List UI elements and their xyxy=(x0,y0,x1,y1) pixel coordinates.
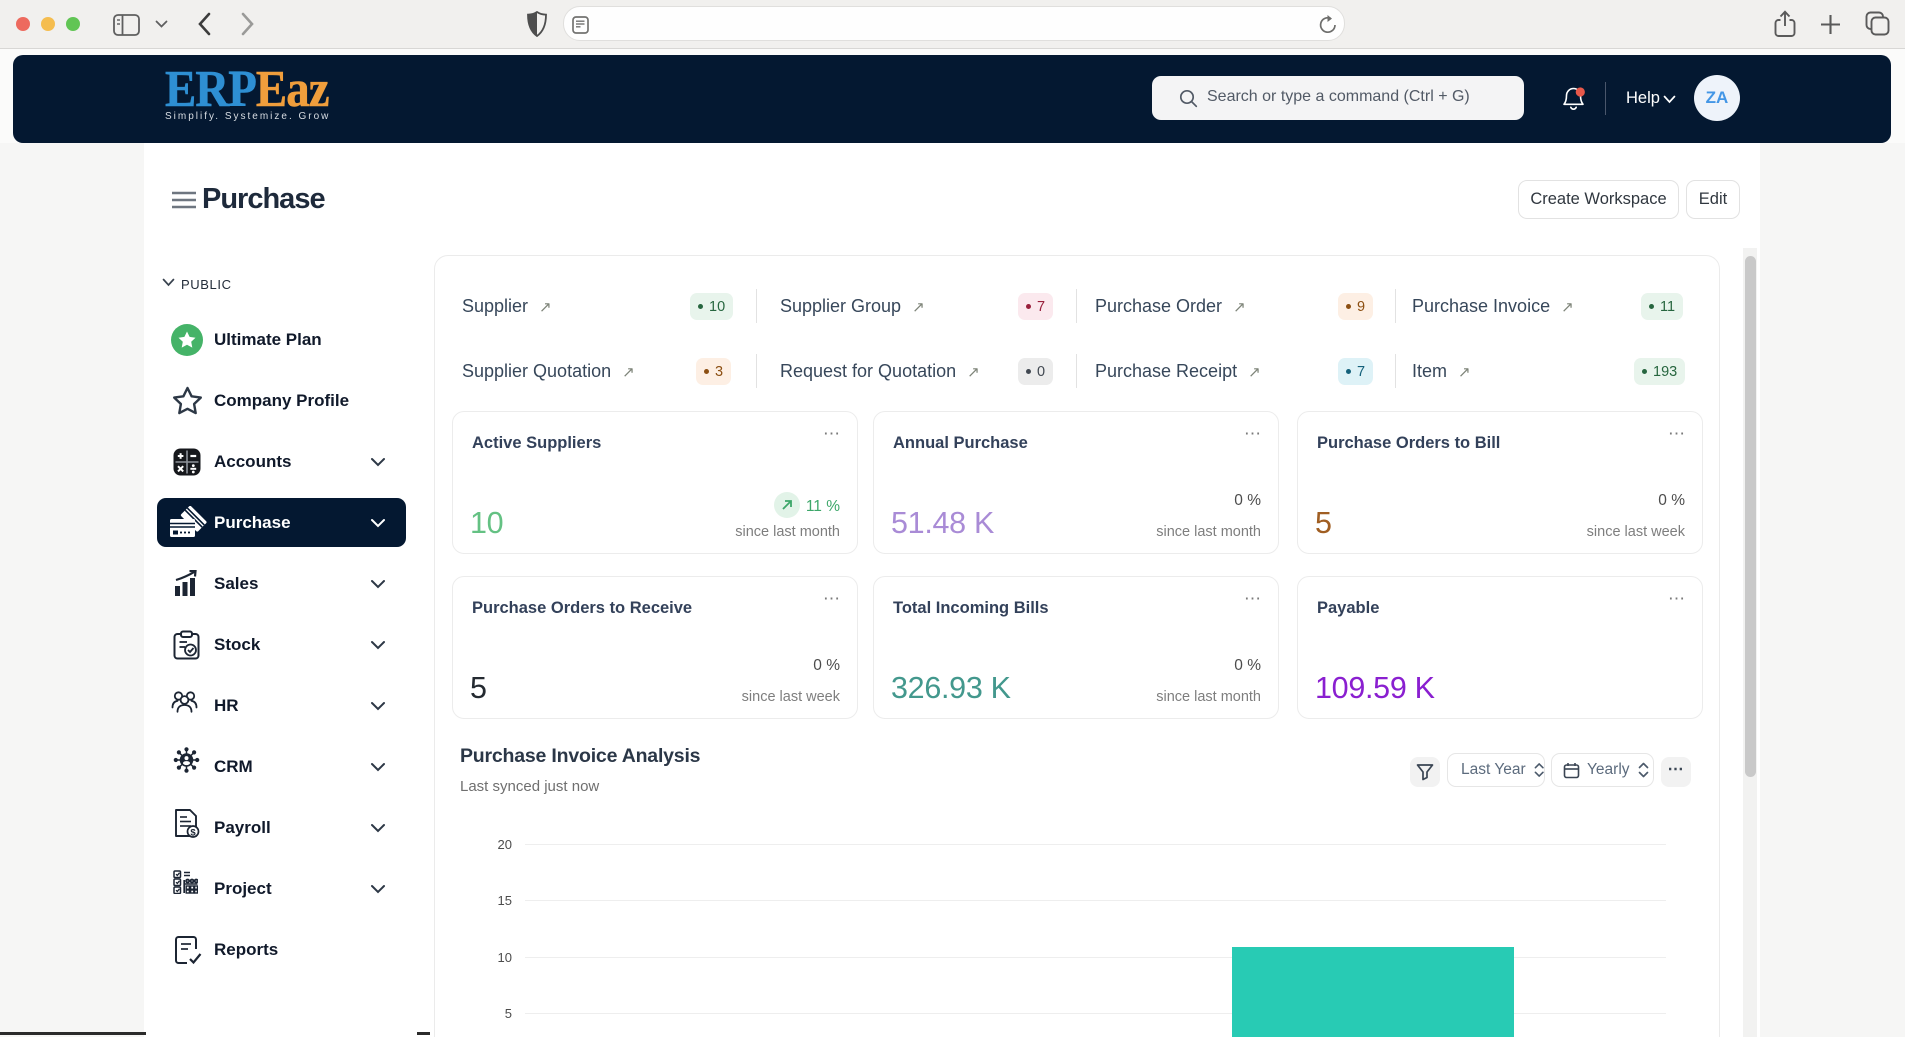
svg-text:$: $ xyxy=(190,827,196,838)
